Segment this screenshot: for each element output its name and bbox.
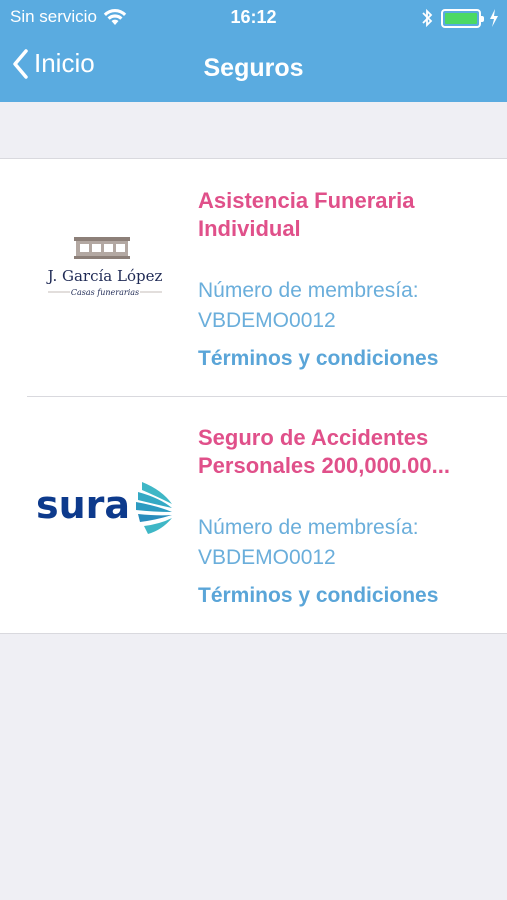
membership-number: VBDEMO0012 bbox=[198, 546, 336, 569]
membership-label: Número de membresía: bbox=[198, 279, 419, 302]
logo-name: sura bbox=[36, 483, 130, 527]
sura-logo: sura bbox=[36, 482, 172, 534]
membership-label: Número de membresía: bbox=[198, 516, 419, 539]
insurance-details: Seguro de Accidentes Personales 200,000.… bbox=[198, 424, 487, 610]
app-header: Sin servicio 16:12 Inicio Seguros bbox=[0, 0, 507, 102]
insurance-details: Asistencia Funeraria Individual Número d… bbox=[198, 187, 487, 373]
status-bar: Sin servicio 16:12 bbox=[0, 0, 507, 36]
battery-level bbox=[445, 12, 477, 24]
battery-icon bbox=[441, 8, 484, 28]
insurance-title: Asistencia Funeraria Individual bbox=[198, 188, 415, 241]
logo-name: J. García López bbox=[46, 267, 163, 285]
terms-link[interactable]: Términos y condiciones bbox=[198, 345, 487, 373]
status-indicators bbox=[421, 8, 499, 28]
bluetooth-icon bbox=[422, 8, 433, 28]
charging-bolt-icon bbox=[490, 9, 498, 27]
insurance-title: Seguro de Accidentes Personales 200,000.… bbox=[198, 425, 450, 478]
terms-link[interactable]: Términos y condiciones bbox=[198, 582, 487, 610]
garcia-lopez-logo: J. García López Casas funerarias bbox=[46, 237, 163, 297]
insurance-row[interactable]: J. García López Casas funerarias Asisten… bbox=[0, 159, 507, 396]
membership-number: VBDEMO0012 bbox=[198, 309, 336, 332]
insurance-row[interactable]: sura Seguro de Accidentes Personales 200… bbox=[0, 396, 507, 633]
page-title: Seguros bbox=[203, 54, 304, 82]
navigation-bar: Inicio Seguros bbox=[0, 36, 507, 102]
insurance-list: J. García López Casas funerarias Asisten… bbox=[0, 158, 507, 634]
logo-tagline: Casas funerarias bbox=[71, 288, 139, 297]
